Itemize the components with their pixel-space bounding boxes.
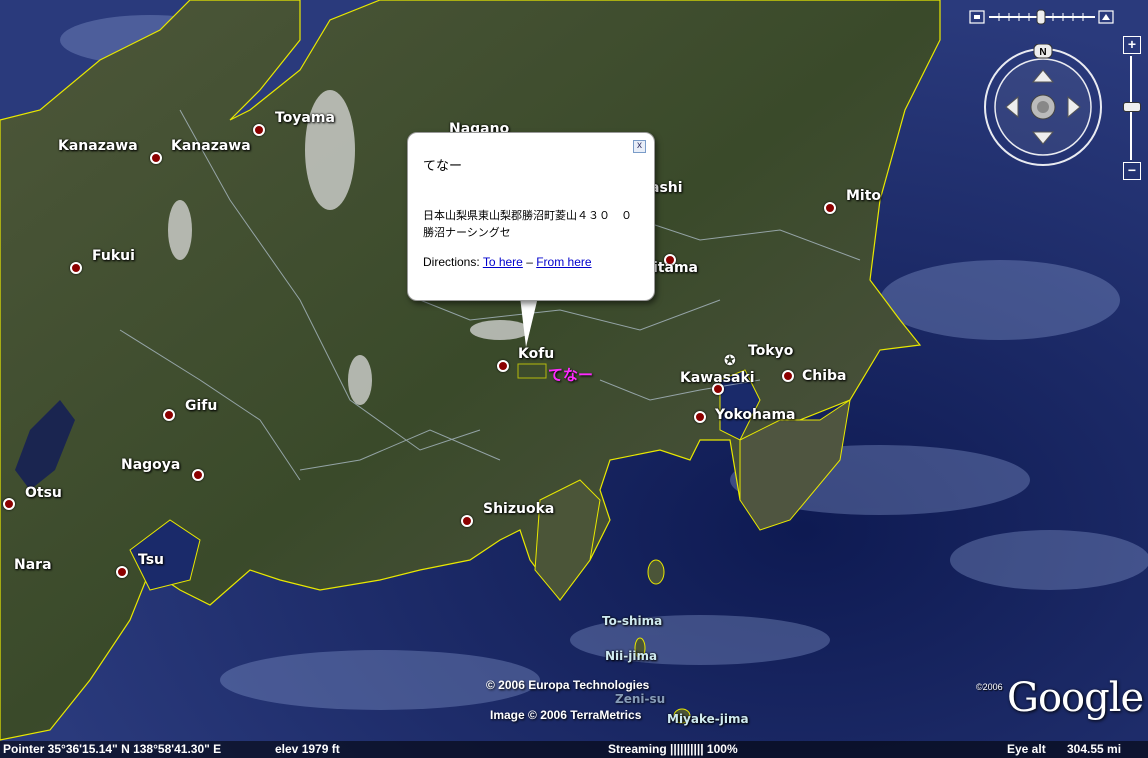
pointer-coordinates: Pointer 35°36'15.14" N 138°58'41.30" E [3,742,222,756]
city-dot[interactable] [192,469,204,481]
directions-separator: – [526,255,533,269]
city-dot[interactable] [497,360,509,372]
terrametrics-credit: Image © 2006 TerraMetrics [490,708,642,722]
zoom-slider[interactable]: + − [1121,36,1143,181]
island [647,559,665,585]
eye-alt-label: Eye alt [1007,742,1046,756]
info-balloon: x てなー 日本山梨県東山梨郡勝沼町菱山４３０ ０勝沼ナーシングセ Direct… [407,132,655,301]
city-label: Tsu [138,552,164,568]
city-dot[interactable] [70,262,82,274]
city-dot[interactable] [461,515,473,527]
city-label: To-shima [602,614,663,628]
city-dot[interactable] [782,370,794,382]
google-copyright: ©2006 [976,682,1003,692]
city-dot[interactable] [116,566,128,578]
placemark-label[interactable]: てなー [548,364,593,385]
city-label: Tokyo [748,343,794,359]
zoom-out-button[interactable]: − [1123,162,1141,180]
close-icon[interactable]: x [633,140,646,153]
city-label: Otsu [25,485,62,501]
city-dot[interactable] [824,202,836,214]
balloon-address: 日本山梨県東山梨郡勝沼町菱山４３０ ０勝沼ナーシングセ [423,209,632,239]
city-label: Kanazawa [171,138,251,154]
city-label: Nara [14,557,52,573]
city-label: Nagoya [121,457,181,473]
city-dot[interactable] [3,498,15,510]
city-label: Miyake-jima [667,712,749,726]
google-logo: Google [1007,675,1144,721]
elevation: elev 1979 ft [275,742,340,756]
city-dot[interactable] [163,409,175,421]
tilt-bar[interactable] [969,9,1115,25]
to-here-link[interactable]: To here [483,255,523,269]
city-label: Mito [846,188,882,204]
city-dot[interactable] [694,411,706,423]
directions-label: Directions: [423,255,480,269]
city-label: Kofu [518,346,555,362]
zoom-handle[interactable] [1123,102,1141,112]
tilt-slider-handle [1036,9,1046,25]
city-label: itama [653,260,698,276]
city-label: Toyama [275,110,335,126]
city-label: Nii-jima [605,649,658,663]
city-label: Kawasaki [680,370,755,386]
city-dot[interactable] [253,124,265,136]
eye-alt-value: 304.55 mi [1067,742,1122,756]
city-label: Kanazawa [58,138,138,154]
city-label: Gifu [185,398,218,414]
city-label: Fukui [92,248,135,264]
city-dot[interactable] [150,152,162,164]
navigation-control[interactable]: N [980,44,1106,170]
balloon-title: てなー [423,159,463,174]
city-label: Zeni-su [615,692,666,706]
city-label: Chiba [802,368,847,384]
compass-north-label: N [1039,47,1046,58]
city-label: Shizuoka [483,501,555,517]
directions: Directions: To here – From here [423,255,592,269]
balloon-tail [520,297,538,347]
from-here-link[interactable]: From here [536,255,591,269]
city-label: Yokohama [715,407,796,423]
zoom-in-button[interactable]: + [1123,36,1141,54]
streaming-status: Streaming |||||||||| 100% [608,742,738,756]
europa-credit: © 2006 Europa Technologies [486,678,650,692]
status-bar: Pointer 35°36'15.14" N 138°58'41.30" E e… [0,741,1148,758]
star-icon: ✪ [724,352,736,368]
